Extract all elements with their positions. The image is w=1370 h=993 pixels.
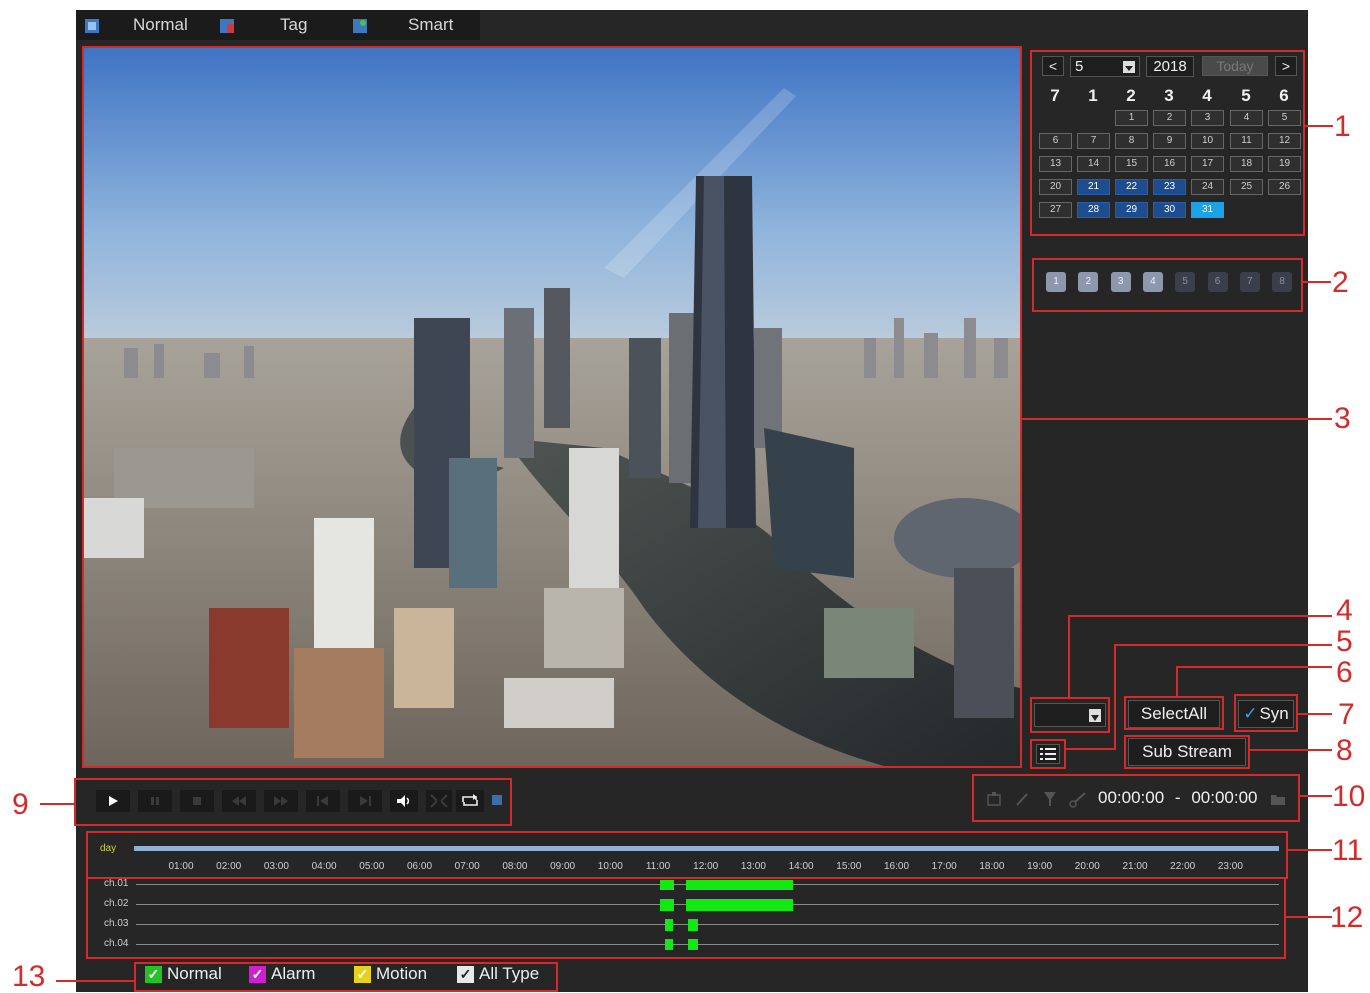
callout-number: 3: [1334, 402, 1351, 435]
callout-box-calendar: [1030, 50, 1305, 236]
callout-box-clip: [972, 774, 1300, 822]
callout-number: 9: [12, 788, 29, 821]
callout-box-split: [1030, 697, 1110, 733]
tag-playback-icon: [219, 18, 235, 34]
callout-box-controls: [74, 778, 512, 826]
tab-smart[interactable]: Smart: [408, 10, 453, 40]
playback-mode-bar: Normal Tag Smart: [76, 10, 480, 40]
callout-number: 6: [1336, 656, 1353, 689]
callout-box-list: [1030, 739, 1066, 769]
callout-box-channel-rows: [86, 877, 1286, 959]
callout-box-timeline: [86, 831, 1288, 879]
callout-number: 4: [1336, 594, 1353, 627]
callout-number: 13: [12, 960, 46, 993]
callout-box-channels: [1032, 258, 1303, 312]
callout-number: 1: [1334, 110, 1351, 143]
tab-tag[interactable]: Tag: [280, 10, 307, 40]
callout-number: 10: [1332, 780, 1366, 813]
smart-playback-icon: [352, 18, 368, 34]
callout-box-selectall: [1124, 696, 1224, 730]
callout-box-legend: [134, 962, 558, 992]
callout-box-substream: [1124, 735, 1250, 769]
callout-number: 5: [1336, 625, 1353, 658]
callout-number: 7: [1338, 698, 1355, 731]
callout-number: 12: [1330, 901, 1364, 934]
callout-box-video: [82, 46, 1022, 768]
callout-box-syn: [1234, 694, 1298, 732]
callout-number: 8: [1336, 734, 1353, 767]
normal-playback-icon: [84, 18, 100, 34]
tab-normal[interactable]: Normal: [133, 10, 188, 40]
callout-number: 2: [1332, 266, 1349, 299]
callout-number: 11: [1332, 834, 1364, 867]
